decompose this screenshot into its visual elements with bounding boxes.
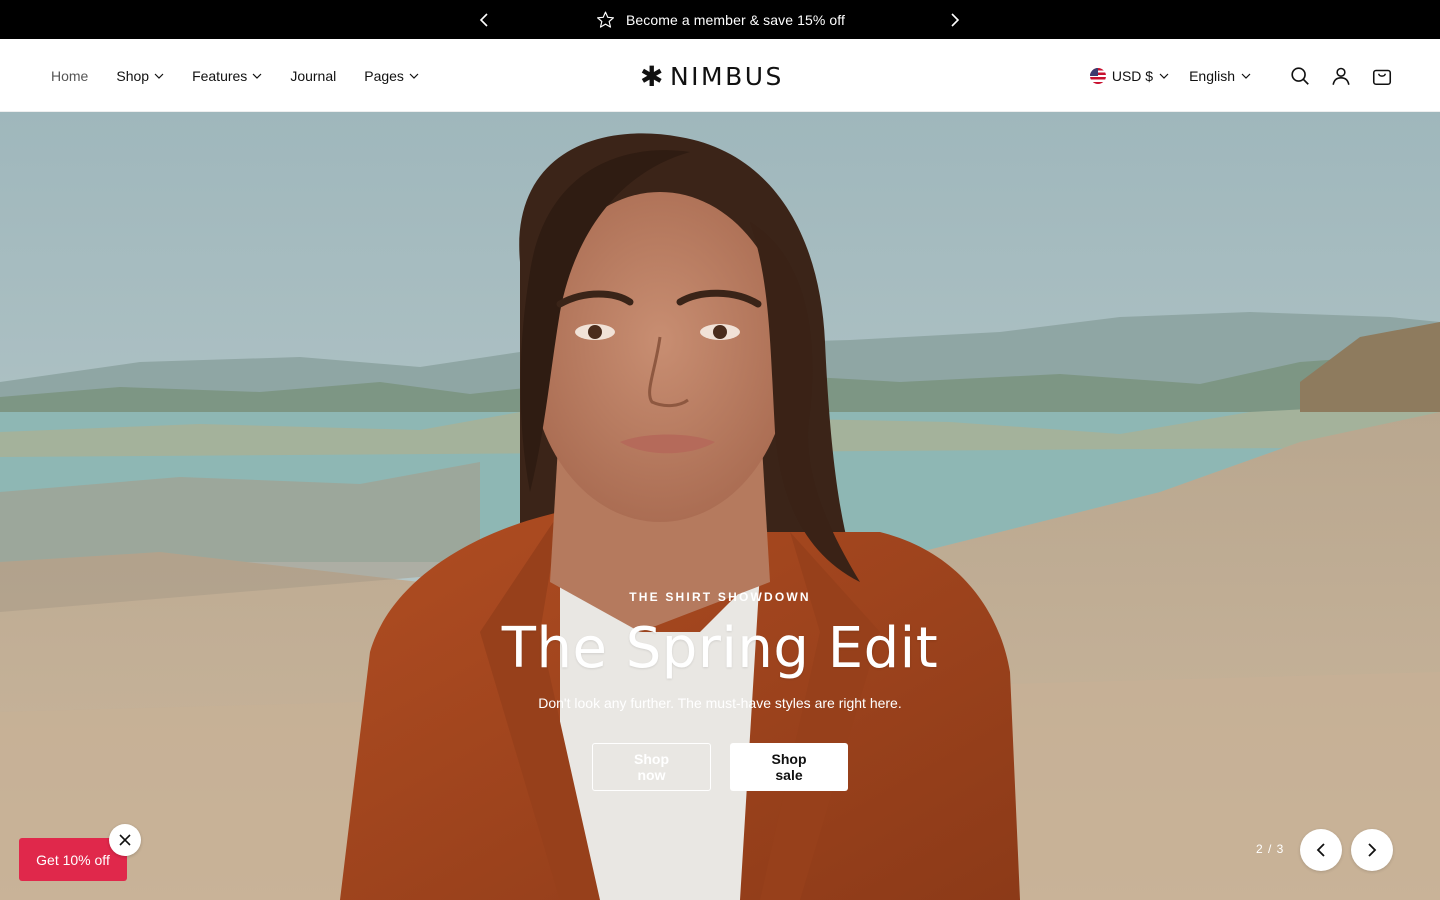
hero-buttons: Shop now Shop sale — [0, 743, 1440, 791]
chevron-down-icon — [1241, 73, 1251, 79]
us-flag-icon — [1089, 67, 1106, 84]
nav-shop[interactable]: Shop — [116, 68, 164, 84]
hero-slideshow: THE SHIRT SHOWDOWN The Spring Edit Don't… — [0, 112, 1440, 900]
chevron-left-icon — [479, 13, 488, 27]
currency-selector[interactable]: USD $ — [1089, 67, 1169, 84]
slide-pager: 2 / 3 — [1256, 842, 1285, 856]
nav-journal-label: Journal — [290, 67, 337, 84]
nav-home-label: Home — [51, 67, 89, 84]
search-button[interactable] — [1288, 64, 1312, 88]
announcement-message[interactable]: Become a member & save 15% off — [595, 10, 845, 30]
search-icon — [1291, 66, 1309, 85]
chevron-down-icon — [409, 73, 419, 79]
chevron-down-icon — [154, 73, 164, 79]
announcement-next-button[interactable] — [943, 8, 967, 32]
shop-now-button[interactable]: Shop now — [592, 743, 711, 791]
currency-label: USD $ — [1111, 67, 1154, 84]
slide-next-button[interactable] — [1351, 829, 1393, 871]
hero-eyebrow: THE SHIRT SHOWDOWN — [629, 590, 811, 604]
site-header: Home Shop Features Journal Pages ✱ NIMBU… — [0, 39, 1440, 112]
nav-pages[interactable]: Pages — [364, 68, 419, 84]
hero-subtitle: Don't look any further. The must-have st… — [538, 695, 902, 711]
cart-button[interactable] — [1370, 64, 1394, 88]
nav-pages-label: Pages — [364, 67, 404, 84]
language-selector[interactable]: English — [1189, 68, 1251, 84]
hero-title: The Spring Edit — [501, 616, 939, 681]
slide-prev-button[interactable] — [1300, 829, 1342, 871]
nav-journal[interactable]: Journal — [290, 68, 336, 84]
header-tools: USD $ English — [1089, 39, 1394, 112]
chevron-right-icon — [1368, 843, 1377, 857]
nav-features-label: Features — [192, 67, 248, 84]
user-icon — [1332, 67, 1350, 85]
logo-text: NIMBUS — [669, 61, 784, 91]
site-logo[interactable]: ✱ NIMBUS — [640, 59, 784, 93]
language-label: English — [1189, 67, 1235, 84]
star-icon — [596, 11, 614, 28]
chevron-right-icon — [951, 13, 960, 27]
chevron-down-icon — [1159, 73, 1169, 79]
nav-home[interactable]: Home — [51, 68, 88, 84]
shopping-bag-icon — [1372, 69, 1392, 85]
discount-close-button[interactable] — [109, 824, 141, 856]
nav-features[interactable]: Features — [192, 68, 262, 84]
shop-sale-button[interactable]: Shop sale — [730, 743, 848, 791]
close-icon — [119, 834, 131, 846]
announcement-prev-button[interactable] — [472, 8, 496, 32]
chevron-left-icon — [1316, 843, 1325, 857]
logo-mark: ✱ — [640, 59, 666, 93]
hero-content: THE SHIRT SHOWDOWN The Spring Edit Don't… — [0, 590, 1440, 791]
main-nav: Home Shop Features Journal Pages — [51, 39, 447, 112]
account-button[interactable] — [1329, 64, 1353, 88]
chevron-down-icon — [252, 73, 262, 79]
announcement-text: Become a member & save 15% off — [625, 11, 846, 28]
nav-shop-label: Shop — [116, 67, 150, 84]
announcement-bar: Become a member & save 15% off — [0, 0, 1440, 39]
